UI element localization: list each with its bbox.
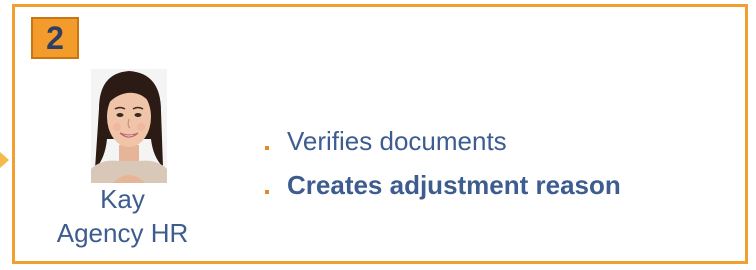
step-card: 2 Kay Agency HR Verifies documents Creat… bbox=[12, 4, 748, 264]
task-list: Verifies documents Creates adjustment re… bbox=[265, 119, 621, 207]
person-name: Kay bbox=[100, 184, 145, 214]
connector-arrow-icon bbox=[0, 152, 9, 168]
list-item: Creates adjustment reason bbox=[265, 163, 621, 207]
bullet-icon bbox=[265, 190, 269, 194]
person-photo-icon bbox=[91, 69, 167, 183]
bullet-icon bbox=[265, 146, 269, 150]
person-role: Agency HR bbox=[56, 218, 189, 248]
task-text: Creates adjustment reason bbox=[287, 169, 621, 200]
list-item: Verifies documents bbox=[265, 119, 621, 163]
avatar bbox=[91, 69, 167, 183]
step-number-badge: 2 bbox=[31, 17, 79, 59]
task-text: Verifies documents bbox=[287, 125, 507, 156]
